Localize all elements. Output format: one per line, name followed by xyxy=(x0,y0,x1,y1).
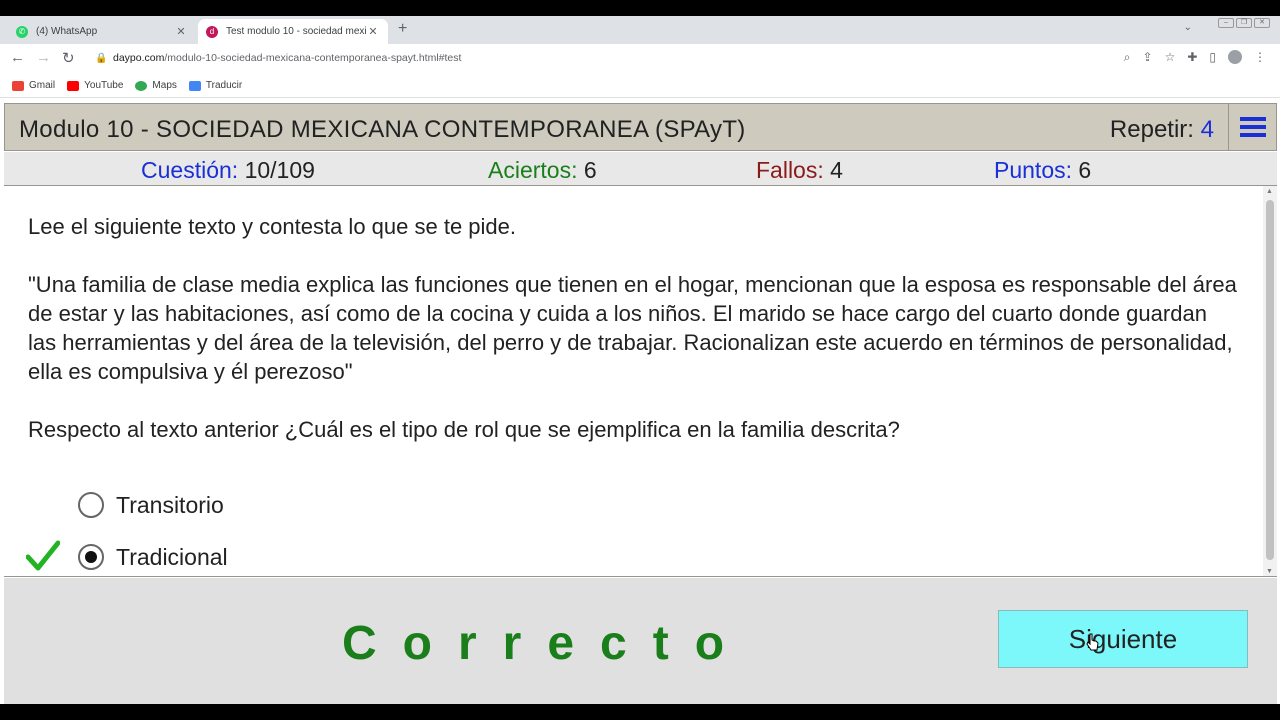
stats-bar: Cuestión: 10/109 Aciertos: 6 Fallos: 4 P… xyxy=(4,152,1277,186)
url-domain: daypo.com xyxy=(113,52,165,64)
hamburger-menu-icon[interactable] xyxy=(1228,104,1276,150)
stat-label: Cuestión: xyxy=(141,157,239,183)
close-icon[interactable]: ✕ xyxy=(366,25,380,38)
maps-icon xyxy=(135,80,148,91)
sidepanel-icon[interactable]: ▯ xyxy=(1209,50,1216,65)
stat-label: Puntos: xyxy=(994,157,1072,183)
repetir-value: 4 xyxy=(1200,116,1214,143)
youtube-icon xyxy=(67,80,80,91)
hand-cursor-icon xyxy=(1086,633,1099,651)
option-label: Tradicional xyxy=(116,543,228,570)
checkmark-icon xyxy=(26,540,60,571)
stat-puntos: Puntos: 6 xyxy=(994,157,1091,184)
restore-icon[interactable]: ❐ xyxy=(1236,18,1252,28)
result-message: Correcto xyxy=(342,617,751,670)
chevron-down-icon[interactable]: ⌄ xyxy=(1184,22,1192,33)
option-transitorio[interactable]: Transitorio xyxy=(78,488,224,522)
tab-title: (4) WhatsApp xyxy=(36,26,98,37)
window-controls: – ❐ ✕ xyxy=(1218,18,1270,28)
option-tradicional[interactable]: Tradicional xyxy=(78,540,228,574)
new-tab-icon[interactable]: + xyxy=(398,20,407,38)
translate-icon xyxy=(188,80,201,91)
test-header: Modulo 10 - SOCIEDAD MEXICANA CONTEMPORA… xyxy=(4,103,1277,151)
lock-icon[interactable]: 🔒 xyxy=(95,53,107,64)
minimize-icon[interactable]: – xyxy=(1218,18,1234,28)
close-window-icon[interactable]: ✕ xyxy=(1254,18,1270,28)
bookmarks-bar: Gmail YouTube Maps Traducir xyxy=(0,74,1280,98)
extensions-icon[interactable]: ✚ xyxy=(1187,50,1197,65)
close-icon[interactable]: ✕ xyxy=(174,25,188,38)
bookmark-gmail[interactable]: Gmail xyxy=(12,80,55,91)
scroll-down-icon[interactable]: ▼ xyxy=(1266,568,1273,575)
test-page: Modulo 10 - SOCIEDAD MEXICANA CONTEMPORA… xyxy=(0,100,1280,704)
whatsapp-icon: ✆ xyxy=(16,25,28,38)
repetir-counter: Repetir: 4 xyxy=(1110,116,1214,144)
browser-window: ✆ (4) WhatsApp ✕ d Test modulo 10 - soci… xyxy=(0,16,1280,704)
stat-cuestion: Cuestión: 10/109 xyxy=(141,157,315,184)
tab-strip: ✆ (4) WhatsApp ✕ d Test modulo 10 - soci… xyxy=(0,16,1280,44)
stat-value: 10/109 xyxy=(244,157,315,183)
bookmark-youtube[interactable]: YouTube xyxy=(67,80,123,91)
menu-icon[interactable]: ⋮ xyxy=(1254,50,1266,65)
gmail-icon xyxy=(12,80,24,91)
radio-button[interactable] xyxy=(78,492,104,518)
stat-value: 6 xyxy=(583,157,597,183)
toolbar-actions: ⌕ ⇪ ☆ ✚ ▯ ⋮ xyxy=(1124,50,1266,65)
bookmark-label: Traducir xyxy=(205,80,243,91)
next-button[interactable]: Siguiente xyxy=(998,610,1248,668)
repetir-label: Repetir: xyxy=(1109,116,1194,143)
tab-whatsapp[interactable]: ✆ (4) WhatsApp ✕ xyxy=(8,19,196,44)
bookmark-maps[interactable]: Maps xyxy=(135,80,177,91)
zoom-icon[interactable]: ⌕ xyxy=(1124,50,1131,65)
bookmark-label: Gmail xyxy=(29,80,56,91)
question-panel: Lee el siguiente texto y contesta lo que… xyxy=(4,186,1277,577)
reload-icon[interactable]: ↻ xyxy=(62,49,75,67)
bookmark-traducir[interactable]: Traducir xyxy=(188,80,243,91)
star-icon[interactable]: ☆ xyxy=(1165,50,1176,65)
tab-title: Test modulo 10 - sociedad mexicana xyxy=(226,26,366,37)
scrollbar-thumb[interactable] xyxy=(1266,200,1274,560)
back-icon[interactable]: ← xyxy=(10,49,25,66)
tab-daypo[interactable]: d Test modulo 10 - sociedad mexicana ✕ xyxy=(198,19,388,44)
stat-value: 4 xyxy=(830,157,843,183)
stat-label: Aciertos: xyxy=(488,157,578,183)
question-prompt: Respecto al texto anterior ¿Cuál es el t… xyxy=(28,417,900,442)
stat-aciertos: Aciertos: 6 xyxy=(488,157,597,184)
browser-toolbar: ← → ↻ 🔒 daypo.com/modulo-10-sociedad-mex… xyxy=(0,44,1280,74)
scroll-up-icon[interactable]: ▲ xyxy=(1266,188,1273,195)
radio-button-selected[interactable] xyxy=(78,544,104,570)
stat-fallos: Fallos: 4 xyxy=(756,157,843,184)
forward-icon[interactable]: → xyxy=(36,49,51,66)
share-icon[interactable]: ⇪ xyxy=(1143,50,1153,65)
url-path: /modulo-10-sociedad-mexicana-contemporan… xyxy=(164,52,462,64)
daypo-icon: d xyxy=(206,25,218,38)
stat-value: 6 xyxy=(1078,157,1092,183)
stat-label: Fallos: xyxy=(756,157,824,183)
bookmark-label: YouTube xyxy=(84,80,124,91)
scrollbar[interactable]: ▲ ▼ xyxy=(1263,186,1277,576)
page-title: Modulo 10 - SOCIEDAD MEXICANA CONTEMPORA… xyxy=(19,116,746,143)
address-bar[interactable]: daypo.com/modulo-10-sociedad-mexicana-co… xyxy=(113,52,461,64)
question-intro: Lee el siguiente texto y contesta lo que… xyxy=(28,214,516,239)
question-text: Lee el siguiente texto y contesta lo que… xyxy=(28,212,1238,473)
bookmark-label: Maps xyxy=(152,80,177,91)
avatar[interactable] xyxy=(1228,50,1242,64)
option-label: Transitorio xyxy=(116,491,224,518)
question-passage: "Una familia de clase media explica las … xyxy=(28,272,1237,384)
